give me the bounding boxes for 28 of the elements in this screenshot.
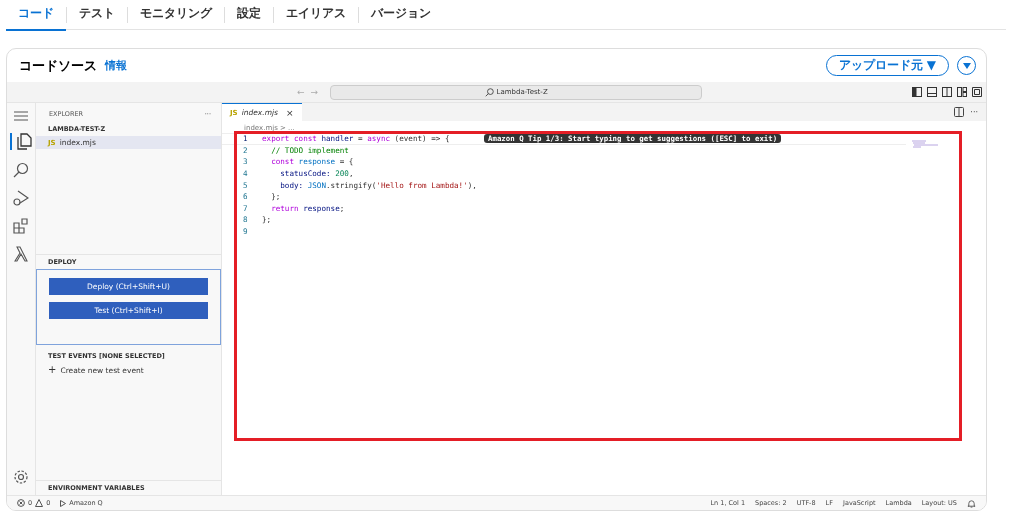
info-link[interactable]: 情報 xyxy=(105,58,127,73)
search-icon[interactable] xyxy=(13,162,29,178)
upload-button[interactable]: アップロード元 ▼ xyxy=(825,55,949,76)
panel-title: コードソース xyxy=(19,56,97,75)
maximize-icon[interactable] xyxy=(972,87,982,97)
page-tab[interactable]: エイリアス xyxy=(274,0,358,31)
settings-icon[interactable] xyxy=(13,469,29,485)
extensions-icon[interactable] xyxy=(13,218,29,234)
page-tab[interactable]: テスト xyxy=(67,0,127,31)
grid-layout-icon[interactable] xyxy=(957,87,967,97)
warning-icon xyxy=(35,499,44,507)
play-icon xyxy=(60,499,67,507)
files-icon[interactable] xyxy=(10,133,32,150)
page-tab[interactable]: モニタリング xyxy=(128,0,224,31)
split-layout-icon[interactable] xyxy=(942,87,952,97)
lambda-icon[interactable] xyxy=(14,246,28,262)
search-icon xyxy=(484,87,494,97)
page-tab[interactable]: 設定 xyxy=(225,0,273,31)
caret-icon xyxy=(962,62,971,69)
bell-icon[interactable] xyxy=(967,498,976,508)
sidebar-layout-icon[interactable] xyxy=(912,87,922,97)
page-tab[interactable]: バージョン xyxy=(359,0,443,31)
error-icon xyxy=(17,499,25,507)
dropdown-button[interactable] xyxy=(957,56,976,75)
run-debug-icon[interactable] xyxy=(13,190,29,206)
panel-layout-icon[interactable] xyxy=(927,87,937,97)
split-editor-icon[interactable] xyxy=(954,107,965,117)
more-button[interactable]: ··· xyxy=(970,107,978,117)
